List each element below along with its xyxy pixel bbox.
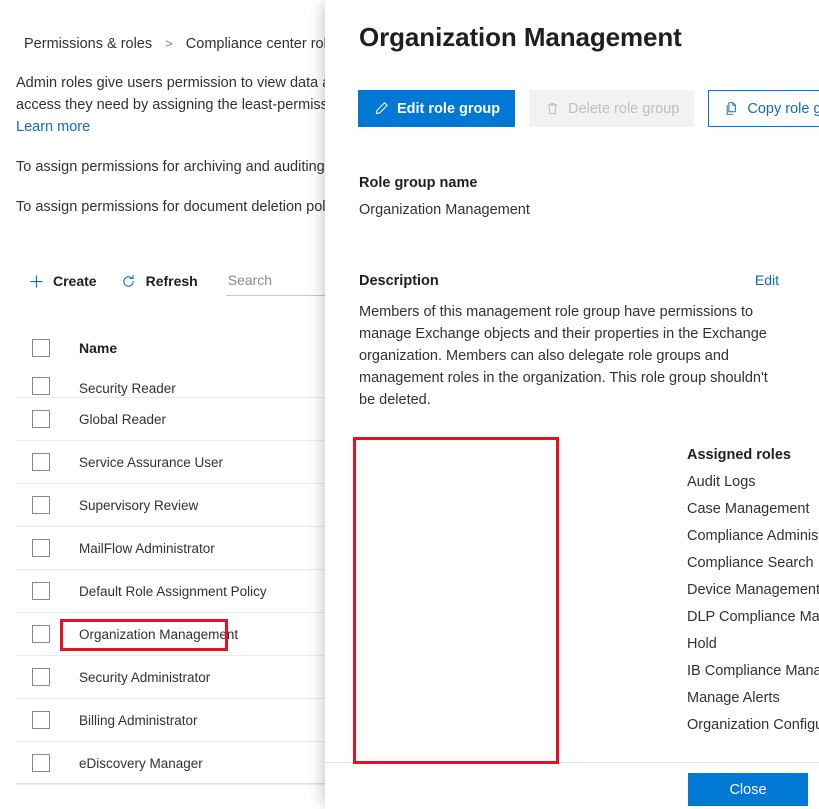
row-name: Organization Management [79, 627, 238, 642]
assigned-role-item: Compliance Search [687, 555, 819, 571]
row-name: Service Assurance User [79, 455, 223, 470]
refresh-button-label: Refresh [146, 273, 198, 289]
row-checkbox[interactable] [32, 410, 50, 428]
assigned-role-item: Compliance Administrator [687, 528, 819, 544]
column-header-name: Name [79, 340, 117, 356]
assigned-role-item: Hold [687, 636, 819, 652]
delete-role-group-button[interactable]: Delete role group [529, 90, 694, 127]
refresh-button[interactable]: Refresh [109, 267, 210, 295]
create-button-label: Create [53, 273, 97, 289]
row-name: Billing Administrator [79, 713, 198, 728]
row-checkbox[interactable] [32, 754, 50, 772]
description-edit-link[interactable]: Edit [755, 272, 779, 288]
row-name: Security Administrator [79, 670, 210, 685]
row-name: MailFlow Administrator [79, 541, 215, 556]
role-group-detail-panel: Organization Management Edit role group … [325, 0, 819, 809]
row-checkbox[interactable] [32, 625, 50, 643]
chevron-right-icon: > [165, 36, 173, 51]
close-button[interactable]: Close [688, 773, 808, 806]
assigned-role-item: Device Management [687, 582, 819, 598]
row-name: Supervisory Review [79, 498, 198, 513]
row-name: Default Role Assignment Policy [79, 584, 267, 599]
learn-more-link[interactable]: Learn more [16, 116, 90, 138]
row-checkbox[interactable] [32, 539, 50, 557]
row-checkbox[interactable] [32, 711, 50, 729]
breadcrumb-item-permissions-roles[interactable]: Permissions & roles [24, 36, 152, 52]
table-bottom-divider [16, 783, 336, 784]
assigned-role-item: Audit Logs [687, 474, 819, 490]
role-group-name-value: Organization Management [359, 202, 530, 218]
breadcrumb-item-compliance-center-roles[interactable]: Compliance center roles [186, 36, 342, 52]
delete-role-group-label: Delete role group [568, 101, 679, 117]
panel-title: Organization Management [359, 22, 682, 53]
trash-icon [544, 101, 560, 117]
copy-role-group-button[interactable]: Copy role group [708, 90, 819, 127]
assigned-role-item: Organization Configuration [687, 717, 819, 733]
row-name: Security Reader [79, 381, 176, 396]
copy-role-group-label: Copy role group [747, 101, 819, 117]
create-button[interactable]: Create [16, 267, 109, 295]
row-checkbox[interactable] [32, 582, 50, 600]
assigned-roles-label: Assigned roles [687, 447, 819, 463]
assigned-role-item: Manage Alerts [687, 690, 819, 706]
assigned-roles-list: Audit Logs Case Management Compliance Ad… [687, 474, 819, 733]
description-label: Description [359, 273, 439, 289]
description-field: Description Edit Members of this managem… [359, 272, 779, 411]
row-name: Global Reader [79, 412, 166, 427]
row-checkbox[interactable] [32, 496, 50, 514]
pencil-icon [373, 101, 389, 117]
row-checkbox[interactable] [32, 377, 50, 395]
panel-footer-divider [325, 762, 819, 763]
plus-icon [28, 273, 44, 289]
assigned-role-item: IB Compliance Management [687, 663, 819, 679]
assigned-role-item: Case Management [687, 501, 819, 517]
role-group-name-field: Role group name Organization Management [359, 175, 530, 218]
row-checkbox[interactable] [32, 668, 50, 686]
edit-role-group-label: Edit role group [397, 101, 500, 117]
assigned-roles-section: Assigned roles Audit Logs Case Managemen… [687, 447, 819, 733]
select-all-checkbox[interactable] [32, 339, 50, 357]
edit-role-group-button[interactable]: Edit role group [358, 90, 515, 127]
assigned-role-item: DLP Compliance Management [687, 609, 819, 625]
copy-icon [723, 101, 739, 117]
panel-action-bar: Edit role group Delete role group Copy r… [358, 90, 819, 127]
description-text: Members of this management role group ha… [359, 301, 769, 411]
breadcrumb: Permissions & roles > Compliance center … [24, 36, 342, 52]
row-name: eDiscovery Manager [79, 756, 203, 771]
refresh-icon [121, 273, 137, 289]
description-header: Description Edit [359, 272, 779, 289]
role-group-name-label: Role group name [359, 175, 530, 191]
row-checkbox[interactable] [32, 453, 50, 471]
